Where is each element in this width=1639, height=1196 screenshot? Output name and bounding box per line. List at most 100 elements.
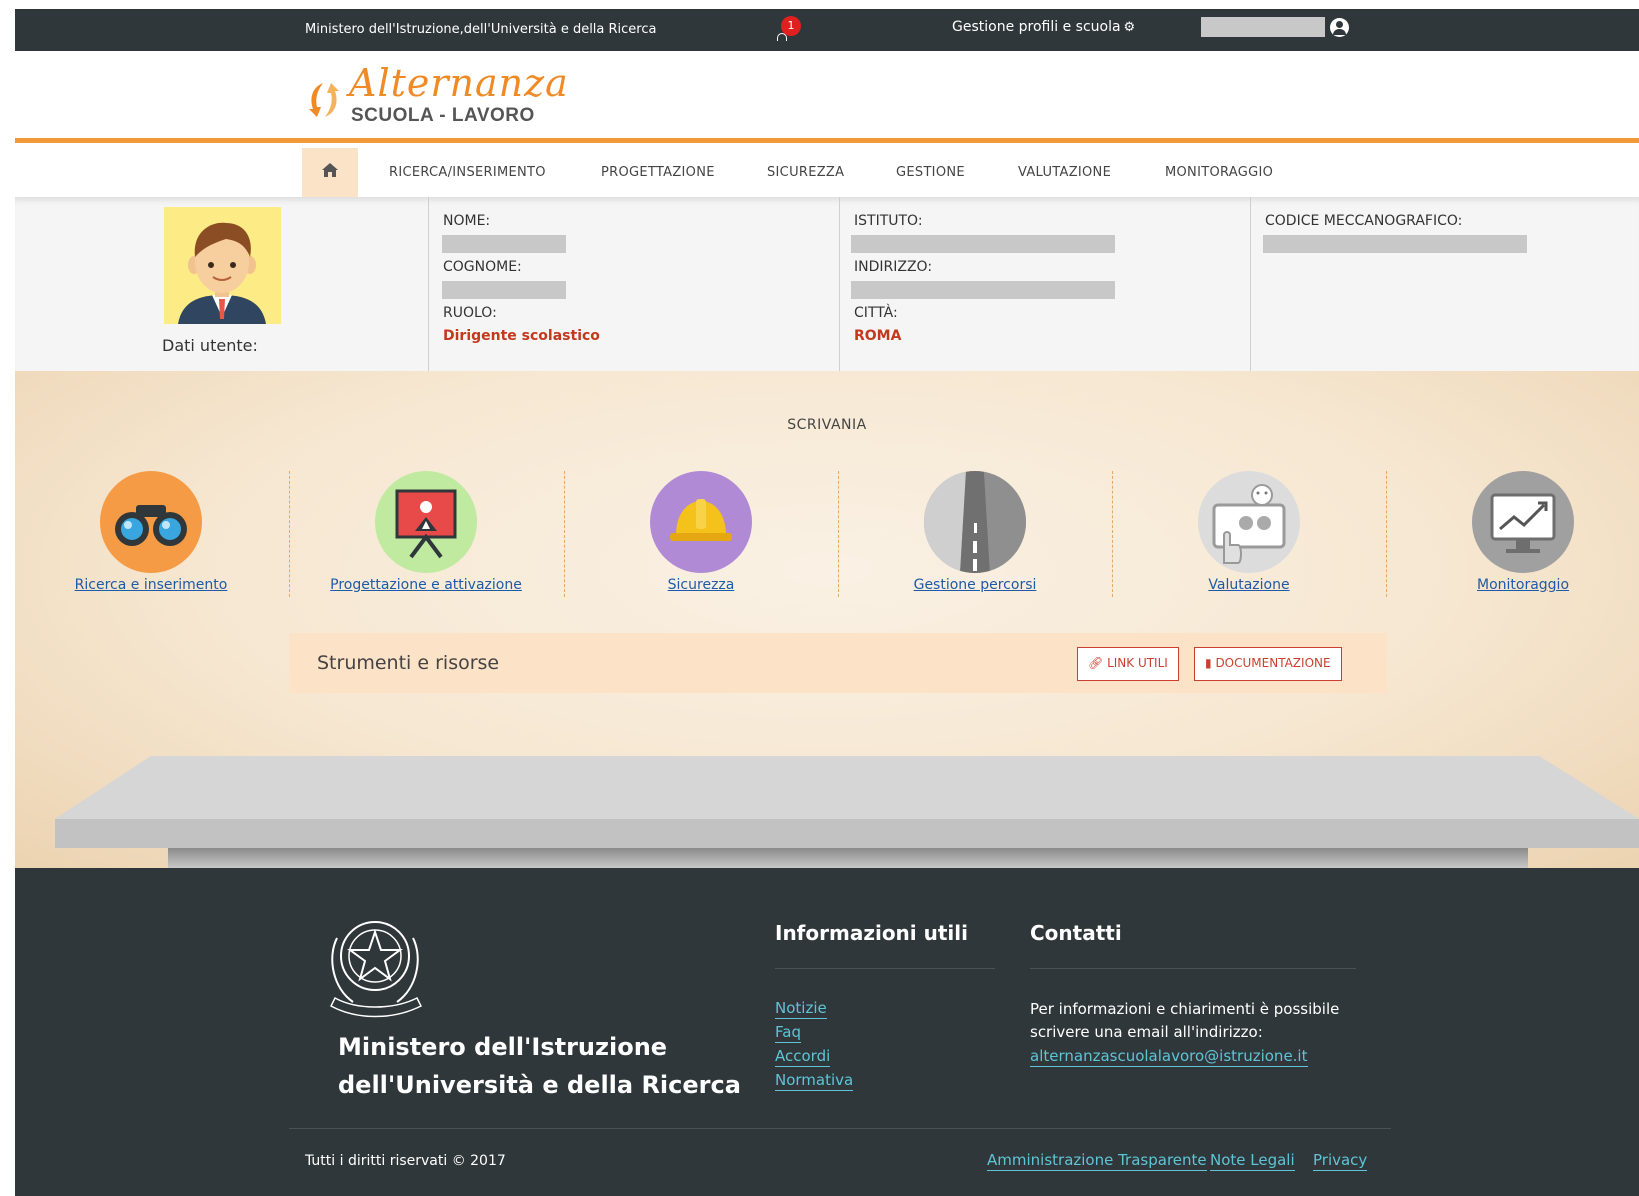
tool-separator [289,471,290,597]
nome-label: NOME: [443,213,491,229]
citta-label: CITTÀ: [854,305,898,321]
contatti-text-line2: scrivere una email all'indirizzo: [1030,1023,1263,1041]
footer-ministry-name: Ministero dell'Istruzione dell'Universit… [338,1028,741,1104]
notification-bell-icon[interactable]: 1 [775,16,801,43]
copyright: Tutti i diritti riservati © 2017 [305,1153,506,1169]
nome-value-redacted [442,235,566,253]
footer: Ministero dell'Istruzione dell'Universit… [15,868,1639,1196]
user-data-panel: Dati utente: NOME: COGNOME: RUOLO: Dirig… [15,197,1639,371]
tool-progettazione[interactable]: Progettazione e attivazione [296,471,556,593]
contatti-email-link[interactable]: alternanzascuolalavoro@istruzione.it [1030,1047,1308,1067]
tool-valutazione[interactable]: Valutazione [1119,471,1379,593]
codice-value-redacted [1263,235,1527,253]
istituto-value-redacted [851,235,1115,253]
tool-valutazione-link[interactable]: Valutazione [1119,577,1379,593]
citta-value: ROMA [854,328,902,344]
tool-ricerca[interactable]: Ricerca e inserimento [21,471,281,593]
cognome-value-redacted [442,281,566,299]
tool-separator [564,471,565,597]
indirizzo-label: INDIRIZZO: [854,259,933,275]
main-nav: RICERCA/INSERIMENTO PROGETTAZIONE SICURE… [15,148,1639,197]
user-avatar-icon [164,207,281,324]
nav-gestione[interactable]: GESTIONE [896,165,965,180]
istituto-label: ISTITUTO: [854,213,923,229]
desk-table-top [55,756,1639,848]
footer-link-faq[interactable]: Faq [775,1023,801,1043]
nav-progettazione[interactable]: PROGETTAZIONE [601,165,715,180]
nav-ricerca-inserimento[interactable]: RICERCA/INSERIMENTO [389,165,546,180]
top-bar: Ministero dell'Istruzione,dell'Universit… [15,9,1639,51]
user-column-personal: NOME: COGNOME: RUOLO: Dirigente scolasti… [428,197,839,371]
logo-arrows-icon [309,83,339,117]
tool-separator [1112,471,1113,597]
cognome-label: COGNOME: [443,259,522,275]
link-utili-label: LINK UTILI [1107,656,1168,670]
touchscreen-icon[interactable] [1198,471,1300,573]
tool-sicurezza[interactable]: Sicurezza [571,471,831,593]
info-utili-divider [775,968,995,969]
republic-emblem-icon [330,921,423,1018]
desk-table-edge [168,848,1528,868]
tool-sicurezza-link[interactable]: Sicurezza [571,577,831,593]
nav-home[interactable] [302,148,358,197]
tool-ricerca-link[interactable]: Ricerca e inserimento [21,577,281,593]
documentazione-button[interactable]: ▮ DOCUMENTAZIONE [1194,647,1342,681]
footer-link-accordi[interactable]: Accordi [775,1047,831,1067]
alternanza-logo[interactable]: Alternanza SCUOLA - LAVORO [305,61,568,126]
ruolo-value: Dirigente scolastico [443,328,600,344]
tool-monitoraggio[interactable]: Monitoraggio [1393,471,1639,593]
footer-link-note-legali[interactable]: Note Legali [1210,1151,1295,1171]
footer-link-privacy[interactable]: Privacy [1313,1151,1368,1171]
ministry-name: Ministero dell'Istruzione,dell'Universit… [305,22,657,37]
user-data-label: Dati utente: [162,336,258,355]
tool-separator [838,471,839,597]
page: Ministero dell'Istruzione,dell'Universit… [15,9,1639,1196]
nav-valutazione[interactable]: VALUTAZIONE [1018,165,1111,180]
notification-badge: 1 [781,16,801,36]
user-column-code: CODICE MECCANOGRAFICO: [1250,197,1639,371]
binoculars-icon[interactable] [100,471,202,573]
footer-ministry-line1: Ministero dell'Istruzione [338,1033,668,1061]
road-icon[interactable] [924,471,1026,573]
footer-link-normativa[interactable]: Normativa [775,1071,854,1091]
avatar [164,207,281,324]
logo-header: Alternanza SCUOLA - LAVORO [15,51,1639,143]
footer-link-notizie[interactable]: Notizie [775,999,827,1019]
profiles-label: Gestione profili e scuola [952,19,1121,35]
tool-gestione[interactable]: Gestione percorsi [845,471,1105,593]
contatti-divider [1030,968,1356,969]
tool-separator [1386,471,1387,597]
nav-monitoraggio[interactable]: MONITORAGGIO [1165,165,1273,180]
ruolo-label: RUOLO: [443,305,497,321]
scrivania-title: SCRIVANIA [787,417,867,433]
contatti-text-line1: Per informazioni e chiarimenti è possibi… [1030,1000,1340,1018]
tool-gestione-link[interactable]: Gestione percorsi [845,577,1105,593]
logo-sub-text: SCUOLA - LAVORO [351,105,535,126]
tool-progettazione-link[interactable]: Progettazione e attivazione [296,577,556,593]
user-column-school: ISTITUTO: INDIRIZZO: CITTÀ: ROMA [839,197,1250,371]
strumenti-risorse-bar: Strumenti e risorse 🔗︎ LINK UTILI ▮ DOCU… [289,633,1387,693]
user-circle-icon[interactable] [1330,18,1349,37]
logo-script-text: Alternanza [349,61,569,105]
scrivania-area: SCRIVANIA Ricerca e inserimento Progetta… [15,371,1639,868]
link-utili-button[interactable]: 🔗︎ LINK UTILI [1077,647,1179,681]
link-icon: 🔗︎ [1088,656,1104,670]
presentation-icon[interactable] [375,471,477,573]
user-name-redacted[interactable] [1201,17,1325,37]
book-icon: ▮ [1205,656,1212,670]
home-icon [322,163,338,177]
profiles-menu[interactable]: Gestione profili e scuola ⚙ [952,19,1135,35]
gears-icon: ⚙ [1123,20,1136,35]
codice-label: CODICE MECCANOGRAFICO: [1265,213,1463,229]
indirizzo-value-redacted [851,281,1115,299]
monitor-chart-icon[interactable] [1472,471,1574,573]
strumenti-risorse-title: Strumenti e risorse [317,652,500,674]
footer-bottom-divider [289,1128,1391,1129]
tool-monitoraggio-link[interactable]: Monitoraggio [1393,577,1639,593]
documentazione-label: DOCUMENTAZIONE [1215,656,1331,670]
helmet-icon[interactable] [650,471,752,573]
footer-link-amministrazione-trasparente[interactable]: Amministrazione Trasparente [987,1151,1207,1171]
nav-sicurezza[interactable]: SICUREZZA [767,165,844,180]
footer-ministry-line2: dell'Università e della Ricerca [338,1071,741,1099]
info-utili-title: Informazioni utili [775,921,968,945]
